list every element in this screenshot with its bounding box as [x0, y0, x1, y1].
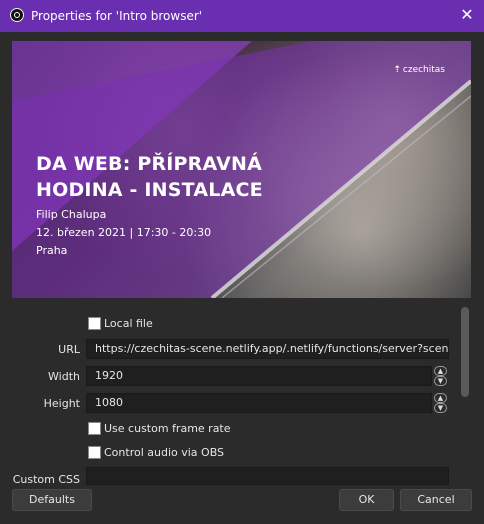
czechitas-mark-icon: ⇡: [393, 65, 401, 75]
preview-location: Praha: [36, 244, 68, 257]
width-increment-button[interactable]: ▲: [434, 366, 447, 376]
height-decrement-button[interactable]: ▼: [434, 403, 447, 413]
obs-logo-icon: [10, 8, 24, 22]
cancel-button[interactable]: Cancel: [400, 489, 472, 511]
width-decrement-button[interactable]: ▼: [434, 376, 447, 386]
control-audio-label: Control audio via OBS: [104, 446, 225, 459]
window-title: Properties for 'Intro browser': [31, 9, 203, 23]
close-icon: ✕: [460, 5, 474, 24]
local-file-label: Local file: [104, 317, 153, 330]
width-input[interactable]: 1920: [86, 366, 432, 386]
preview-title-line2: HODINA - INSTALACE: [36, 179, 263, 201]
url-input[interactable]: https://czechitas-scene.netlify.app/.net…: [86, 339, 449, 359]
defaults-button[interactable]: Defaults: [12, 489, 92, 511]
preview-title: DA WEB: PŘÍPRAVNÁ HODINA - INSTALACE: [36, 151, 263, 203]
chevron-up-icon: ▲: [437, 367, 444, 375]
logo-text: czechitas: [402, 65, 445, 75]
title-bar: Properties for 'Intro browser' ✕: [0, 0, 484, 32]
height-input[interactable]: 1080: [86, 393, 432, 413]
chevron-down-icon: ▼: [437, 404, 444, 412]
ok-button[interactable]: OK: [339, 489, 394, 511]
preview-datetime: 12. březen 2021 | 17:30 - 20:30: [36, 226, 212, 239]
width-label: Width: [48, 370, 80, 383]
chevron-up-icon: ▲: [437, 394, 444, 402]
height-increment-button[interactable]: ▲: [434, 393, 447, 403]
form-scrollbar[interactable]: [461, 307, 469, 397]
control-audio-checkbox[interactable]: [88, 446, 101, 459]
preview-presenter: Filip Chalupa: [36, 208, 107, 221]
height-spinner[interactable]: ▲ ▼: [434, 393, 447, 413]
url-label: URL: [58, 343, 80, 356]
custom-css-textarea[interactable]: [86, 467, 449, 485]
chevron-down-icon: ▼: [437, 377, 444, 385]
width-spinner[interactable]: ▲ ▼: [434, 366, 447, 386]
preview-title-line1: DA WEB: PŘÍPRAVNÁ: [36, 153, 263, 175]
custom-frame-rate-checkbox[interactable]: [88, 422, 101, 435]
close-button[interactable]: ✕: [458, 6, 476, 24]
local-file-checkbox[interactable]: [88, 317, 101, 330]
czechitas-logo: ⇡ czechitas: [393, 65, 445, 75]
height-label: Height: [43, 397, 80, 410]
custom-frame-rate-label: Use custom frame rate: [104, 422, 231, 435]
browser-preview: ⇡ czechitas DA WEB: PŘÍPRAVNÁ HODINA - IN…: [12, 41, 471, 298]
custom-css-label: Custom CSS: [12, 473, 80, 486]
